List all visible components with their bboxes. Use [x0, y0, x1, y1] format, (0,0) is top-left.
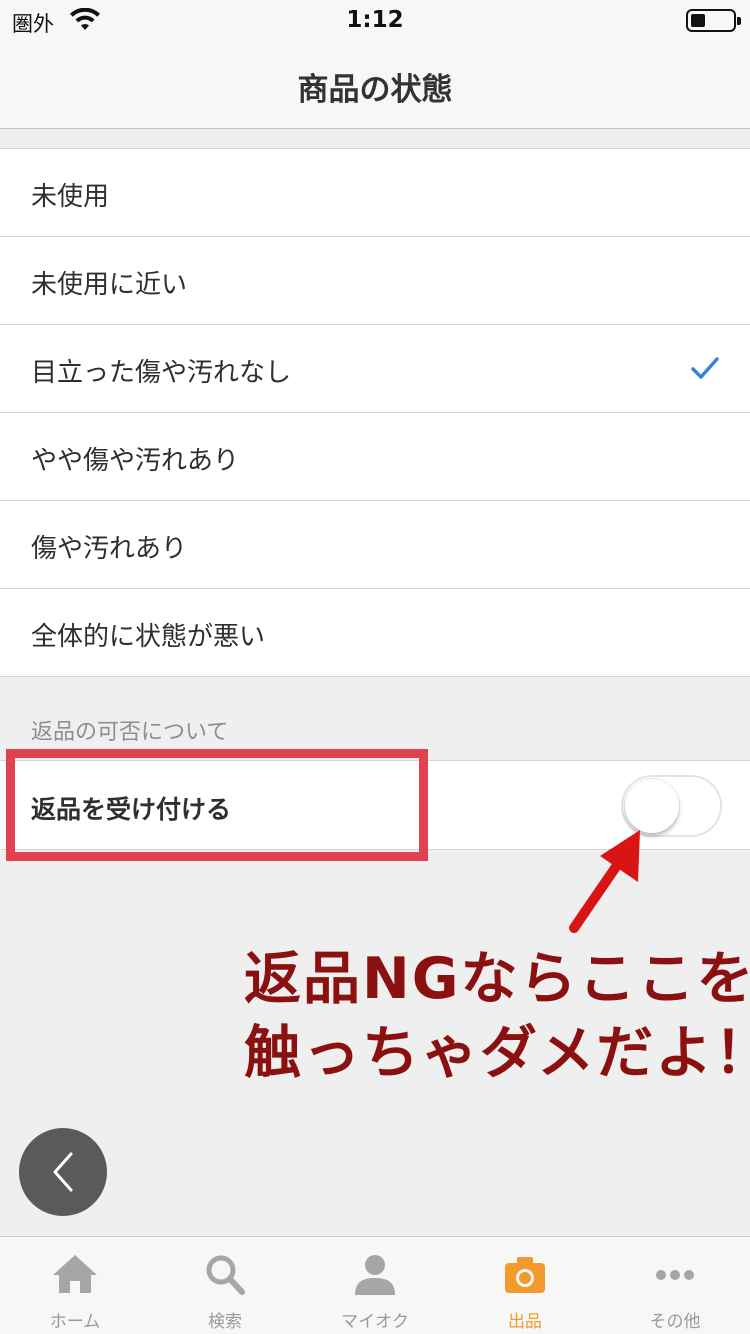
- option-row-nearly-unused[interactable]: 未使用に近い: [0, 237, 750, 325]
- battery-icon: [686, 9, 741, 32]
- tab-label: その他: [649, 1312, 701, 1332]
- option-label: 目立った傷や汚れなし: [31, 358, 292, 388]
- person-icon: [355, 1255, 395, 1295]
- status-bar: 圏外 1:12: [0, 0, 750, 40]
- returns-section-header: 返品の可否について: [31, 720, 229, 745]
- condition-option-list: 未使用 未使用に近い 目立った傷や汚れなし やや傷や汚れあり 傷や汚れあり 全体…: [0, 148, 750, 677]
- status-time: 1:12: [346, 7, 404, 33]
- option-row-some-damage[interactable]: やや傷や汚れあり: [0, 413, 750, 501]
- option-row-no-noticeable-damage[interactable]: 目立った傷や汚れなし: [0, 325, 750, 413]
- annotation-line-2: 触っちゃダメだよ！: [244, 1020, 750, 1086]
- tab-my-auction[interactable]: マイオク: [300, 1237, 450, 1334]
- tab-label: ホーム: [49, 1312, 101, 1332]
- arrow-icon: [569, 830, 640, 933]
- option-label: 傷や汚れあり: [31, 534, 188, 564]
- option-label: 未使用に近い: [31, 270, 188, 300]
- option-row-poor-condition[interactable]: 全体的に状態が悪い: [0, 589, 750, 677]
- chevron-left-icon: [53, 1152, 73, 1192]
- camera-icon: [505, 1257, 545, 1293]
- page-title: 商品の状態: [297, 72, 453, 108]
- option-label: 未使用: [31, 182, 110, 212]
- tab-home[interactable]: ホーム: [0, 1237, 150, 1334]
- annotation-line-1: 返品NGならここを: [244, 946, 750, 1012]
- home-icon: [53, 1255, 97, 1293]
- highlight-box: [6, 749, 428, 861]
- tab-search[interactable]: 検索: [150, 1237, 300, 1334]
- tab-label: 検索: [208, 1312, 242, 1332]
- option-row-damaged[interactable]: 傷や汚れあり: [0, 501, 750, 589]
- option-label: 全体的に状態が悪い: [31, 622, 266, 652]
- annotation-text: 返品NGならここを 触っちゃダメだよ！: [244, 942, 750, 1090]
- tab-label: マイオク: [341, 1312, 409, 1332]
- more-icon: [656, 1270, 694, 1280]
- nav-bar: 商品の状態: [0, 40, 750, 129]
- search-icon: [206, 1255, 245, 1295]
- option-label: やや傷や汚れあり: [31, 446, 240, 476]
- tab-more[interactable]: その他: [600, 1237, 750, 1334]
- tab-label: 出品: [508, 1312, 542, 1332]
- checkmark-icon: [691, 357, 719, 379]
- tab-listing[interactable]: 出品: [450, 1237, 600, 1334]
- option-row-unused[interactable]: 未使用: [0, 149, 750, 237]
- back-button[interactable]: [19, 1128, 107, 1216]
- tab-bar: ホーム 検索 マイオク 出品 その他: [0, 1236, 750, 1334]
